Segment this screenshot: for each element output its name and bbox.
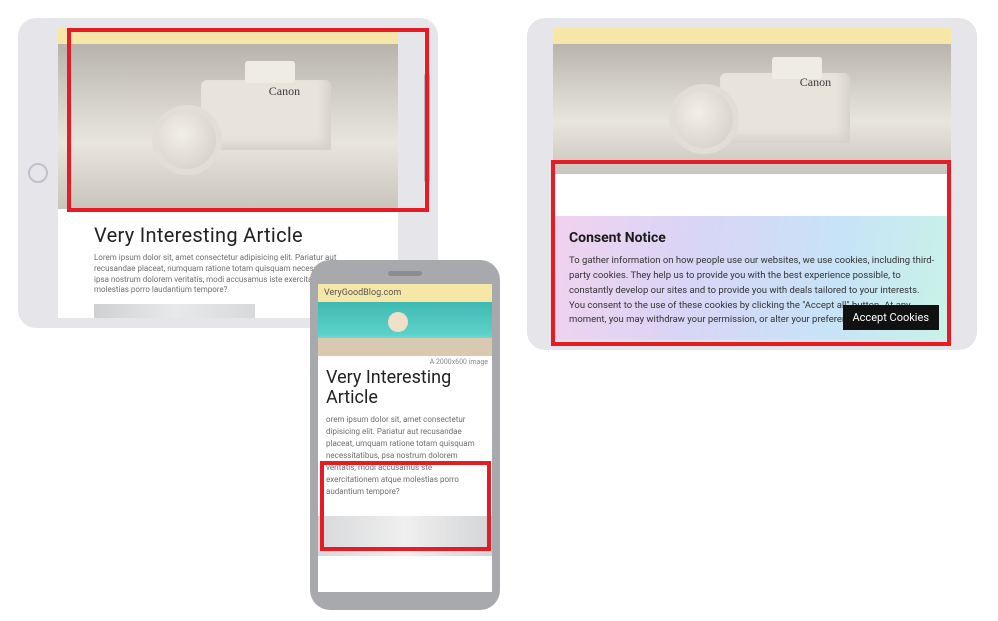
- inline-image-thumb: [94, 304, 255, 318]
- lcp-highlight-left: [67, 28, 429, 212]
- phone-device: VeryGoodBlog.com A 2000x600 image Very I…: [310, 260, 500, 610]
- header-bar: [553, 28, 951, 44]
- lcp-highlight-right: [551, 160, 951, 346]
- header-bar: VeryGoodBlog.com: [318, 284, 492, 302]
- hero-image-beach: [318, 302, 492, 356]
- article-title: Very Interesting Article: [318, 366, 492, 410]
- article-title: Very Interesting Article: [94, 223, 362, 247]
- image-caption: A 2000x600 image: [318, 356, 492, 366]
- hero-cyclist-shape: [388, 312, 408, 332]
- site-url: VeryGoodBlog.com: [324, 288, 401, 298]
- camera-brand-label: Canon: [800, 75, 831, 90]
- phone-speaker: [388, 271, 422, 276]
- camera-lens-shape: [675, 90, 733, 148]
- tablet-home-button[interactable]: [28, 163, 48, 183]
- lcp-highlight-phone: [320, 461, 491, 551]
- hero-image-camera: Canon: [553, 44, 951, 174]
- hero-pier-shape: [318, 338, 492, 356]
